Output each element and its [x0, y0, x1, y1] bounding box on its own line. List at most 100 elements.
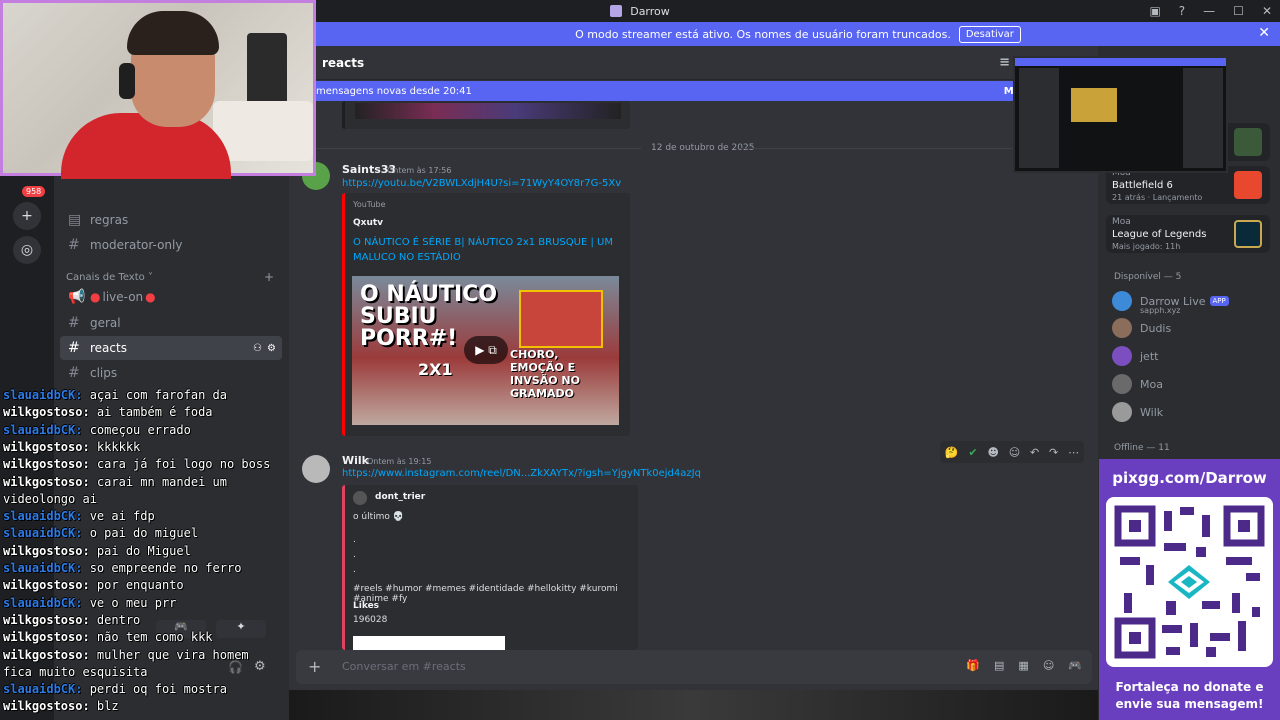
member-item[interactable]: Moa: [1112, 372, 1163, 396]
help-icon[interactable]: ?: [1179, 4, 1185, 18]
embed-author[interactable]: Qxutv: [353, 218, 383, 228]
member-item[interactable]: Dudis: [1112, 316, 1171, 340]
available-header: Disponível — 5: [1114, 272, 1182, 282]
member-item[interactable]: Wilk: [1112, 400, 1163, 424]
chat-text: pai do Miguel: [96, 543, 191, 558]
add-attachment-icon[interactable]: +: [308, 657, 321, 676]
message-link[interactable]: https://youtu.be/V2BWLXdjH4U?si=71WyY4OY…: [342, 178, 621, 189]
chat-message: slauaidbCK: o pai do miguel: [3, 526, 198, 540]
date-divider-line-left: [316, 148, 641, 149]
sticker-icon[interactable]: ▦: [1018, 659, 1028, 672]
member-subtext-value: sapph.xyz: [1140, 305, 1181, 315]
reply-icon[interactable]: ↶: [1030, 446, 1039, 459]
chat-message: wilkgostoso: cara já foi logo no boss: [3, 457, 270, 471]
avatar[interactable]: [302, 455, 330, 483]
chat-username: slauaidbCK:: [3, 509, 90, 524]
embed-title[interactable]: O NÁUTICO É SÉRIE B| NÁUTICO 2x1 BRUSQUE…: [353, 235, 615, 265]
preview-members: [1183, 68, 1223, 168]
chat-text: não tem como kkk: [96, 630, 213, 645]
forward-icon[interactable]: ↷: [1049, 446, 1058, 459]
avatar: [1112, 374, 1132, 394]
settings-icon[interactable]: ⚙: [254, 659, 266, 674]
member-item[interactable]: jett: [1112, 344, 1158, 368]
date-divider: 12 de outubro de 2025: [651, 143, 755, 153]
channel-label: regras: [90, 213, 129, 227]
category-label: Canais de Texto: [66, 272, 145, 283]
add-server-icon[interactable]: +: [13, 202, 41, 230]
apps-icon[interactable]: 🎮: [1068, 659, 1082, 672]
minimize-button[interactable]: —: [1203, 4, 1215, 18]
channel-reacts[interactable]: # reacts ⚇ ⚙: [60, 336, 282, 360]
app-tag: APP: [1209, 296, 1229, 306]
qr-code-graphic: [1114, 505, 1265, 659]
video-thumbnail[interactable]: O NÁUTICO SUBIU PORR#! 2X1 CHORO, EMOÇÃO…: [352, 276, 619, 425]
emoji-icon[interactable]: ☺: [1043, 659, 1054, 672]
likes-value: 196028: [353, 615, 388, 625]
chat-text: o pai do miguel: [89, 526, 199, 541]
chat-username: slauaidbCK:: [3, 595, 90, 610]
chat-username: slauaidbCK:: [3, 526, 90, 541]
chat-message: slauaidbCK: perdi oq foi mostra: [3, 682, 227, 696]
play-icon[interactable]: ▶ ⧉: [464, 336, 508, 364]
maximize-button[interactable]: ☐: [1233, 4, 1244, 18]
explore-icon[interactable]: ◎: [13, 236, 41, 264]
more-icon[interactable]: ⋯: [1068, 446, 1079, 459]
hash-icon: #: [68, 365, 80, 381]
gear-icon[interactable]: ⚙: [267, 343, 276, 354]
reaction-icon[interactable]: ☻: [987, 446, 998, 459]
member-name: Moa: [1140, 377, 1163, 391]
channel-moderator-only[interactable]: # moderator-only: [60, 233, 282, 257]
headphones-icon[interactable]: 🎧: [228, 660, 243, 674]
channel-live-on[interactable]: 📢 ● live-on ●: [60, 285, 282, 309]
thinking-reaction-icon[interactable]: 🤔: [945, 446, 959, 459]
activity-user: Moa: [1112, 217, 1131, 227]
chat-text: começou errado: [89, 422, 191, 437]
gift-icon[interactable]: 🎁: [966, 659, 980, 672]
chat-username: slauaidbCK:: [3, 422, 90, 437]
activity-button[interactable]: ✦: [216, 620, 266, 638]
chat-text: ve ai fdp: [89, 509, 155, 524]
channel-clips[interactable]: # clips: [60, 361, 282, 385]
chat-text: dentro: [96, 612, 141, 627]
threads-icon[interactable]: ≡: [999, 55, 1010, 70]
chat-message: wilkgostoso: pai do Miguel: [3, 544, 191, 558]
message-author[interactable]: Wilk: [342, 454, 369, 467]
chat-username: wilkgostoso:: [3, 474, 97, 489]
inbox-icon[interactable]: ▣: [1149, 4, 1160, 18]
activity-game: Battlefield 6: [1112, 180, 1173, 191]
offline-header: Offline — 11: [1114, 443, 1170, 453]
category-text-channels[interactable]: Canais de Texto ˅: [66, 272, 153, 283]
activity-card[interactable]: Moa League of Legends Mais jogado: 11h: [1106, 215, 1270, 253]
channel-label: reacts: [90, 341, 127, 355]
bottom-strip: [289, 690, 1098, 720]
chat-text: carai mn mandei um: [96, 474, 227, 489]
close-window-button[interactable]: ✕: [1262, 4, 1272, 18]
close-icon[interactable]: ✕: [1258, 25, 1270, 41]
megaphone-icon: 📢: [68, 289, 86, 305]
gif-icon[interactable]: ▤: [994, 659, 1004, 672]
message-composer[interactable]: + Conversar em #reacts 🎁 ▤ ▦ ☺ 🎮: [296, 650, 1092, 684]
game-thumbnail: [1234, 220, 1262, 248]
chat-text: blz: [96, 699, 119, 714]
message-link[interactable]: https://www.instagram.com/reel/DN...ZkXA…: [342, 468, 701, 479]
red-dot-icon: ●: [145, 290, 156, 304]
new-messages-bar[interactable]: mensagens novas desde 20:41 Marca: [316, 81, 1098, 101]
embed-image-preview[interactable]: [353, 636, 505, 650]
chat-message: slauaidbCK: so empreende no ferro: [3, 561, 241, 575]
invite-icon[interactable]: ⚇: [253, 343, 262, 354]
add-channel-icon[interactable]: +: [264, 270, 274, 284]
channel-regras[interactable]: ▤ regras: [60, 208, 282, 232]
channel-geral[interactable]: # geral: [60, 311, 282, 335]
avatar: [1112, 346, 1132, 366]
chat-message: fica muito esquisita: [3, 665, 148, 679]
add-reaction-icon[interactable]: ☺: [1009, 446, 1020, 459]
channel-label: clips: [90, 366, 118, 380]
donation-cta: Fortaleça no donate e envie sua mensagem…: [1115, 680, 1264, 711]
chat-message: wilkgostoso: não tem como kkk: [3, 630, 213, 644]
composer-placeholder: Conversar em #reacts: [342, 660, 466, 673]
stream-preview[interactable]: [1013, 56, 1228, 173]
embed-author[interactable]: dont_trier: [375, 492, 425, 502]
disable-streamer-button[interactable]: Desativar: [958, 25, 1021, 43]
webcam-bed: [213, 101, 313, 161]
check-reaction-icon[interactable]: ✔: [968, 446, 977, 459]
